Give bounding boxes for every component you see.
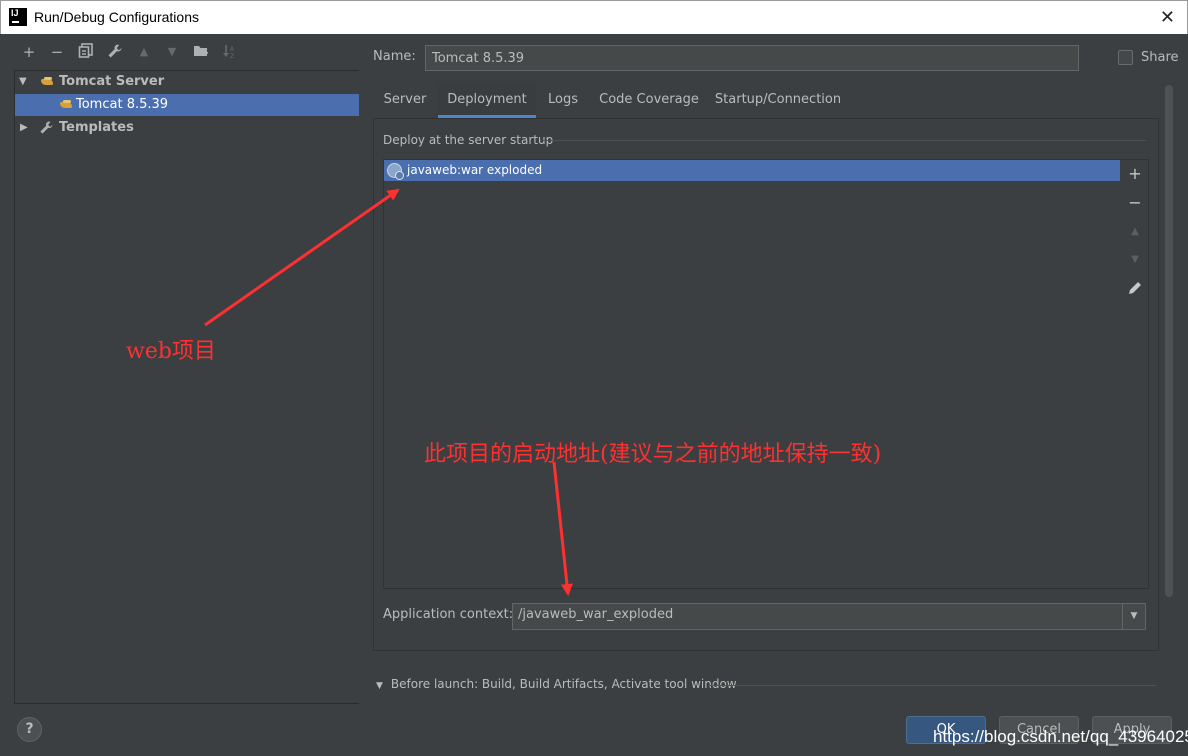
- tree-item-tomcat-server[interactable]: ▼ Tomcat Server: [15, 71, 359, 93]
- tree-item-label: Tomcat 8.5.39: [76, 97, 169, 112]
- share-checkbox[interactable]: [1118, 50, 1133, 65]
- tree-item-tomcat-config[interactable]: Tomcat 8.5.39: [15, 94, 359, 116]
- before-launch-label: Before launch: Build, Build Artifacts, A…: [390, 677, 737, 691]
- title-bar: IJ Run/Debug Configurations ✕: [0, 0, 1188, 34]
- window-title: Run/Debug Configurations: [34, 9, 199, 25]
- expand-arrow-icon[interactable]: ▼: [376, 681, 383, 691]
- tab-startup-connection[interactable]: Startup/Connection: [713, 84, 843, 118]
- artifact-label: javaweb:war exploded: [407, 163, 543, 177]
- tomcat-icon: [60, 100, 74, 110]
- help-button[interactable]: ?: [17, 717, 42, 742]
- move-up-icon[interactable]: ▲: [1124, 221, 1146, 243]
- annotation-context-note: 此项目的启动地址(建议与之前的地址保持一致): [424, 442, 882, 467]
- close-icon[interactable]: ✕: [1160, 7, 1175, 28]
- tab-deployment[interactable]: Deployment: [438, 84, 536, 118]
- app-context-value[interactable]: /javaweb_war_exploded: [518, 607, 673, 622]
- svg-text:A: A: [230, 46, 235, 53]
- artifact-item[interactable]: javaweb:war exploded: [384, 160, 1120, 181]
- move-down-icon[interactable]: ▼: [1124, 249, 1146, 271]
- section-divider: [540, 140, 1146, 141]
- tree-item-label: Tomcat Server: [59, 74, 165, 89]
- annotation-web-project: web项目: [126, 339, 216, 364]
- left-toolbar: + − ▲ ▼ AZ: [0, 34, 360, 70]
- before-launch-divider: [708, 685, 1156, 686]
- artifact-icon: [387, 163, 404, 180]
- configuration-tree: ▼ Tomcat Server Tomcat 8.5.39 ▶ Template…: [14, 70, 359, 704]
- move-up-icon[interactable]: ▲: [135, 43, 153, 61]
- sort-icon[interactable]: AZ: [221, 43, 239, 61]
- svg-text:Z: Z: [230, 53, 234, 59]
- add-icon[interactable]: +: [20, 43, 38, 61]
- deploy-section-label: Deploy at the server startup: [383, 133, 554, 147]
- tree-item-label: Templates: [59, 120, 134, 135]
- tab-logs[interactable]: Logs: [538, 84, 588, 118]
- collapse-arrow-icon[interactable]: ▶: [20, 117, 28, 139]
- tree-item-templates[interactable]: ▶ Templates: [15, 117, 359, 139]
- copy-icon[interactable]: [77, 43, 95, 61]
- wrench-icon: [39, 120, 54, 142]
- remove-icon[interactable]: −: [1124, 192, 1146, 214]
- share-label: Share: [1141, 50, 1179, 65]
- before-launch-section[interactable]: ▼ Before launch: Build, Build Artifacts, …: [376, 677, 737, 691]
- intellij-app-icon: IJ: [9, 8, 27, 26]
- vertical-scrollbar[interactable]: [1165, 85, 1173, 597]
- folder-icon[interactable]: [192, 43, 210, 61]
- name-input[interactable]: [425, 45, 1079, 71]
- app-context-label: Application context:: [383, 607, 514, 622]
- name-label: Name:: [373, 49, 416, 64]
- edit-icon[interactable]: [1124, 277, 1146, 299]
- expand-arrow-icon[interactable]: ▼: [19, 71, 27, 93]
- add-icon[interactable]: +: [1124, 163, 1146, 185]
- move-down-icon[interactable]: ▼: [163, 43, 181, 61]
- chevron-down-icon[interactable]: ▼: [1122, 604, 1145, 629]
- wrench-icon[interactable]: [106, 43, 124, 61]
- watermark: https://blog.csdn.net/qq_43964025: [933, 727, 1188, 746]
- remove-icon[interactable]: −: [48, 43, 66, 61]
- tab-server[interactable]: Server: [373, 84, 437, 118]
- tomcat-icon: [41, 77, 55, 87]
- artifact-list[interactable]: [383, 159, 1149, 589]
- tab-code-coverage[interactable]: Code Coverage: [597, 84, 701, 118]
